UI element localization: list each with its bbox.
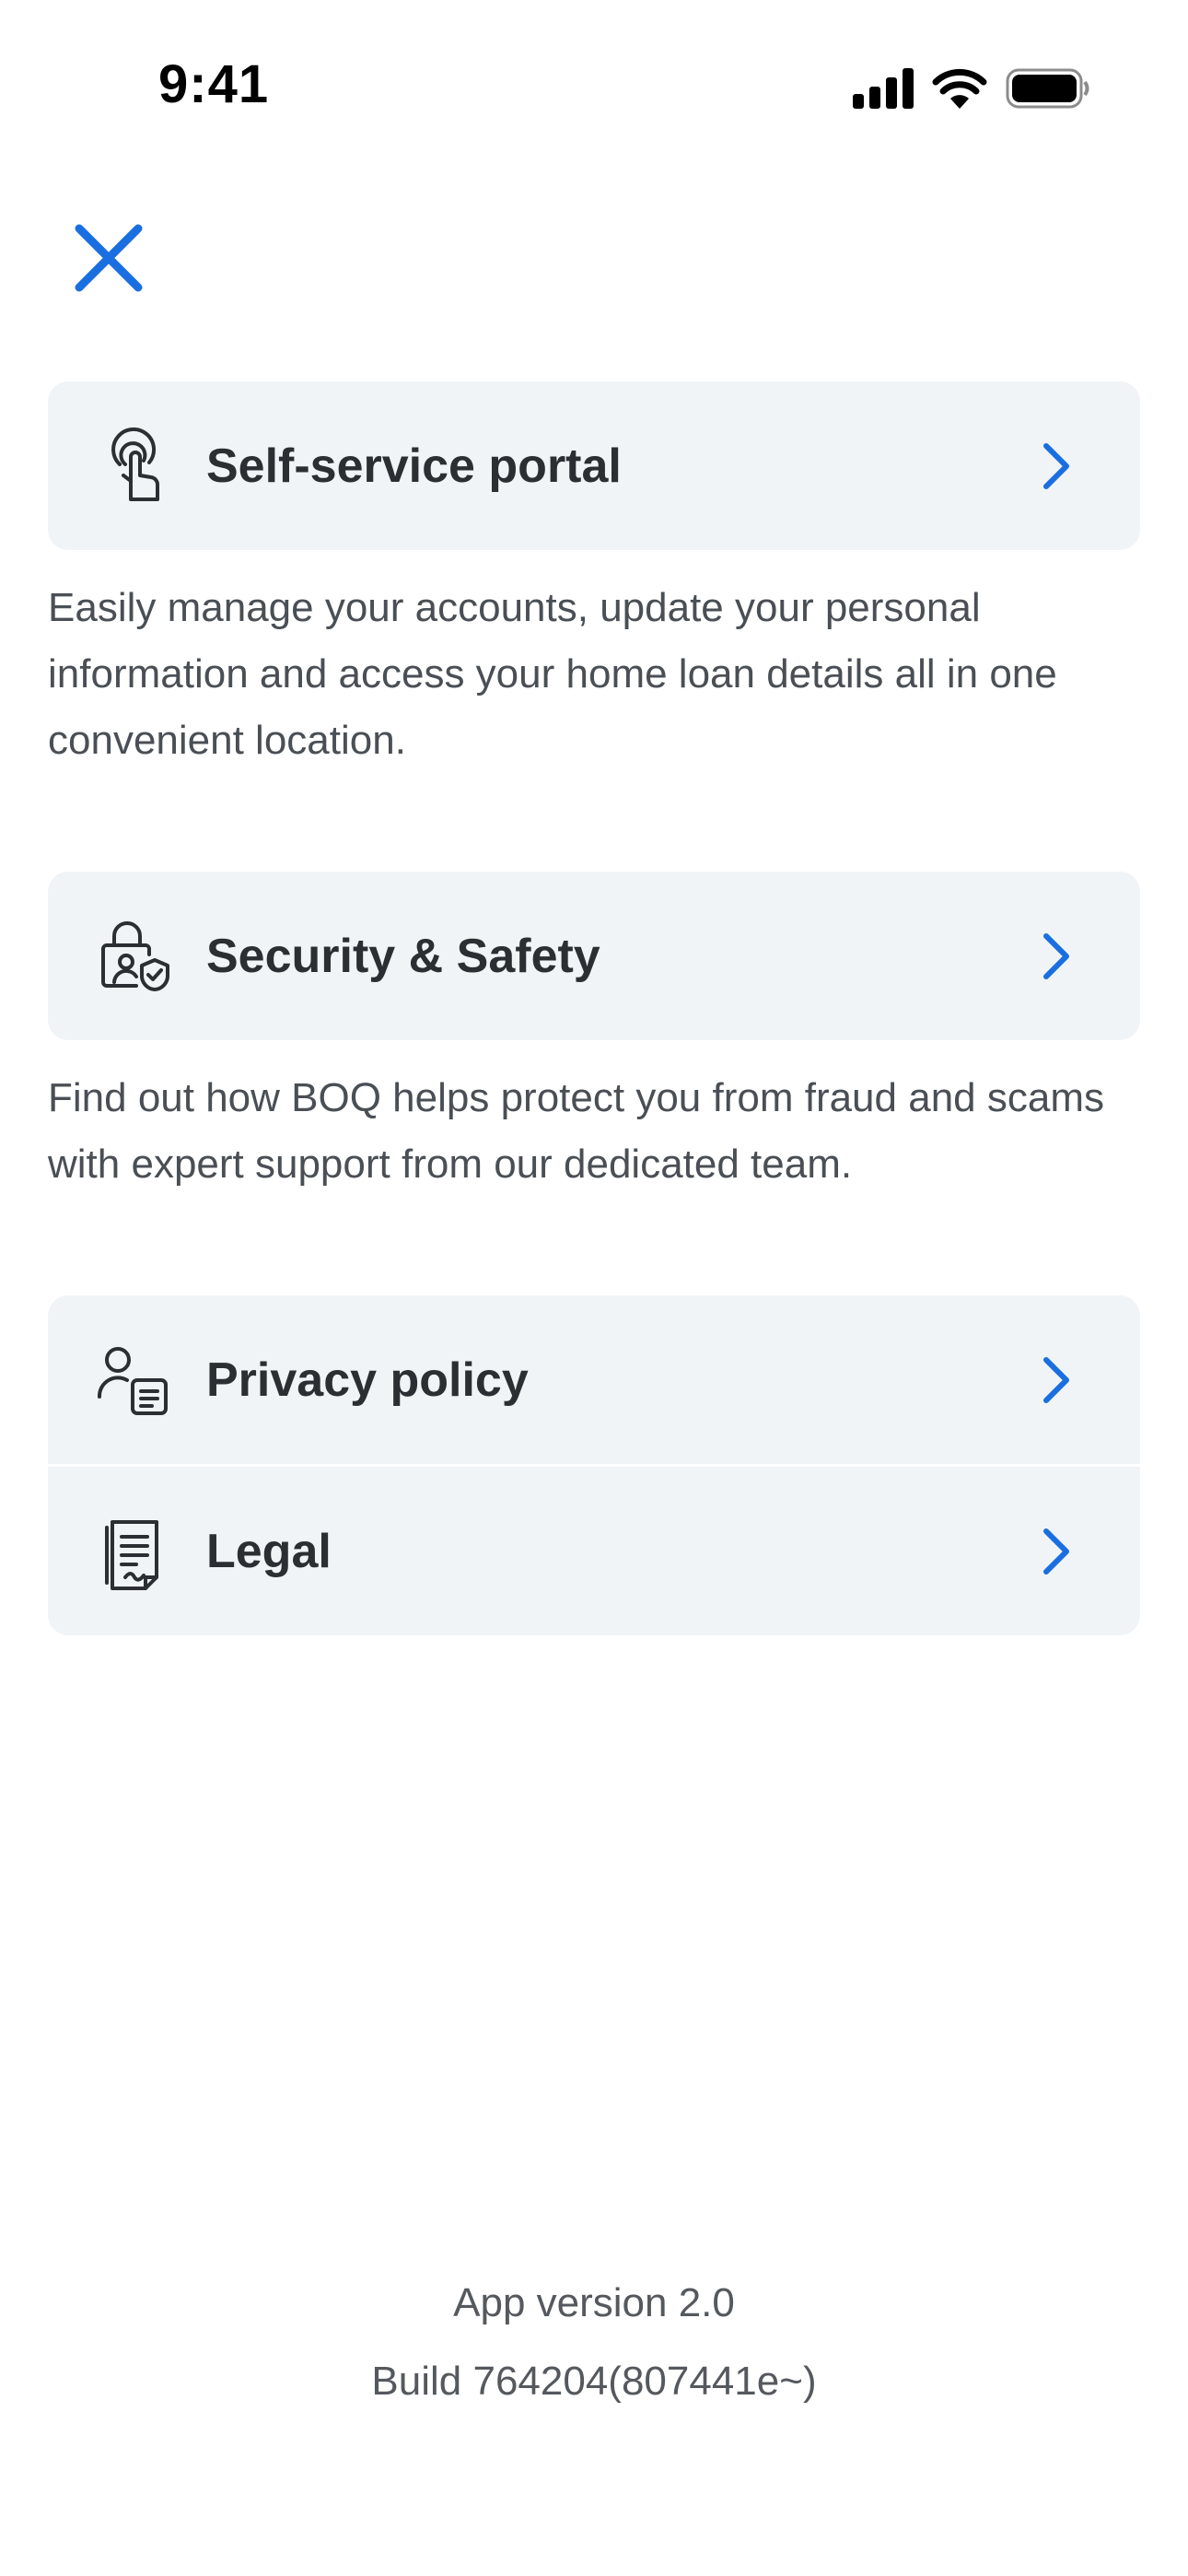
close-button[interactable] <box>70 219 147 297</box>
self-service-portal-row[interactable]: Self-service portal <box>48 381 1140 550</box>
status-icons <box>853 68 1090 109</box>
status-bar: 9:41 <box>0 0 1188 175</box>
self-service-card: Self-service portal <box>48 381 1140 550</box>
legal-document-icon <box>105 1519 158 1590</box>
lock-shield-icon <box>101 920 170 991</box>
close-icon <box>75 224 143 292</box>
privacy-policy-row[interactable]: Privacy policy <box>48 1295 1140 1464</box>
security-card: Security & Safety <box>48 872 1140 1040</box>
touch-hand-icon <box>111 427 160 501</box>
privacy-policy-label: Privacy policy <box>206 1352 529 1407</box>
policy-card: Privacy policy Legal <box>48 1295 1140 1635</box>
self-service-label: Self-service portal <box>206 439 622 493</box>
status-time: 9:41 <box>158 54 270 114</box>
legal-label: Legal <box>206 1524 332 1578</box>
person-document-icon <box>97 1346 168 1415</box>
security-safety-label: Security & Safety <box>206 929 600 983</box>
wifi-icon <box>932 68 987 109</box>
security-description: Find out how BOQ helps protect you from … <box>48 1075 1104 1187</box>
chevron-right-icon <box>1043 1356 1069 1403</box>
self-service-description: Easily manage your accounts, update your… <box>48 585 1057 763</box>
security-safety-row[interactable]: Security & Safety <box>48 872 1140 1040</box>
legal-row[interactable]: Legal <box>48 1464 1140 1635</box>
cellular-signal-icon <box>853 68 914 109</box>
chevron-right-icon <box>1043 442 1069 489</box>
build-number: Build 764204(807441e~) <box>371 2359 817 2404</box>
battery-icon <box>1006 68 1089 109</box>
app-version: App version 2.0 <box>453 2280 735 2325</box>
chevron-right-icon <box>1043 1528 1069 1575</box>
chevron-right-icon <box>1043 932 1069 979</box>
